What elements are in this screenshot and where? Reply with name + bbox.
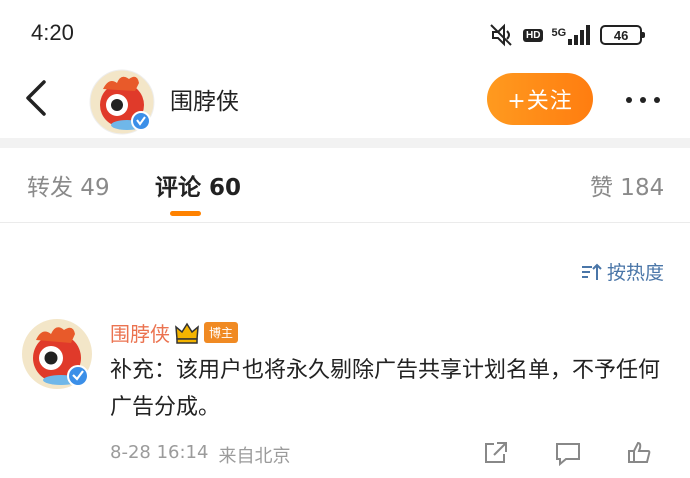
hd-icon: HD bbox=[523, 28, 544, 42]
sort-button[interactable]: 按热度 bbox=[580, 258, 664, 285]
comment-date: 8-28 16:14 bbox=[110, 442, 209, 463]
dot-icon bbox=[626, 97, 632, 103]
mute-icon bbox=[490, 23, 512, 47]
commenter-name-row: 围脖侠 博主 bbox=[110, 318, 239, 347]
section-divider bbox=[0, 138, 690, 148]
top-nav-bar: 围脖侠 +关注 bbox=[0, 62, 690, 138]
status-bar: 4:20 HD 5G 46 bbox=[0, 0, 690, 62]
signal-icon bbox=[568, 25, 591, 45]
status-time: 4:20 bbox=[31, 20, 74, 45]
sort-icon bbox=[582, 263, 602, 280]
tab-bar: 转发 49 评论 60 赞 184 bbox=[0, 148, 690, 222]
comment-source: 来自北京 bbox=[218, 446, 291, 467]
like-icon[interactable] bbox=[626, 440, 654, 466]
status-icons: HD 5G 46 bbox=[487, 20, 646, 50]
sort-label: 按热度 bbox=[607, 262, 665, 284]
blogger-badge: 博主 bbox=[204, 322, 239, 343]
more-options-button[interactable] bbox=[622, 90, 664, 110]
dot-icon bbox=[654, 97, 660, 103]
tab-likes[interactable]: 赞 184 bbox=[590, 168, 664, 202]
comment-text: 补充：该用户也将永久剔除广告共享计划名单，不予任何广告分成。 bbox=[110, 358, 661, 420]
battery-level: 46 bbox=[613, 27, 629, 43]
tab-comment[interactable]: 评论 60 bbox=[155, 168, 241, 202]
commenter-avatar[interactable] bbox=[21, 318, 93, 390]
dot-icon bbox=[640, 97, 646, 103]
commenter-name[interactable]: 围脖侠 bbox=[110, 318, 170, 347]
network-type-label: 5G bbox=[551, 27, 567, 39]
active-tab-indicator bbox=[170, 211, 201, 216]
comment-meta: 8-28 16:14 来自北京 bbox=[110, 442, 290, 468]
tab-repost[interactable]: 转发 49 bbox=[27, 168, 110, 202]
back-arrow-icon[interactable] bbox=[20, 78, 54, 118]
avatar[interactable] bbox=[89, 69, 155, 135]
crown-icon bbox=[175, 322, 199, 344]
reply-icon[interactable] bbox=[554, 440, 582, 466]
share-icon[interactable] bbox=[482, 440, 510, 466]
tab-divider bbox=[0, 222, 690, 223]
follow-button[interactable]: +关注 bbox=[487, 73, 593, 125]
battery-icon: 46 bbox=[600, 25, 646, 45]
page-title: 围脖侠 bbox=[170, 89, 239, 115]
comment-actions bbox=[482, 440, 654, 466]
